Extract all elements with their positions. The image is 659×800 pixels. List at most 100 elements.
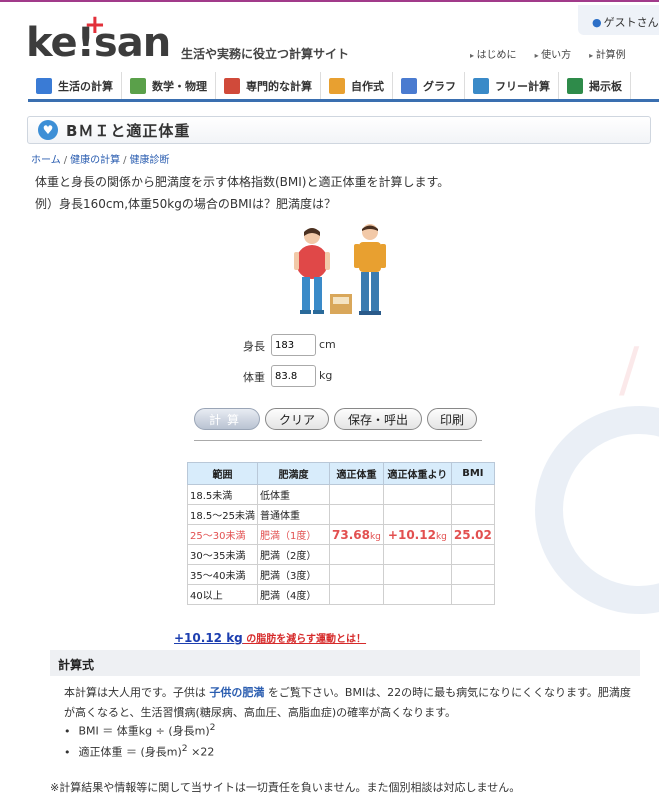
heart-pulse-icon: ♥ [38,120,58,140]
level-cell: 肥満（2度） [257,544,330,565]
bmi-formula-exponent: 2 [209,722,216,733]
example-text: 例）身長160cm,体重50kgの場合のBMIは？肥満度は？ [35,197,336,211]
guest-label: ゲストさん [603,16,659,29]
calculate-button[interactable]: 計算 [194,408,260,430]
nav-label: 専門的な計算 [246,79,312,93]
level-cell: 肥満（1度） [257,524,330,545]
print-button[interactable]: 印刷 [427,408,477,430]
link-howto[interactable]: 使い方 [535,46,571,61]
save-load-button[interactable]: 保存・呼出 [334,408,422,430]
range-cell: 30〜35未満 [187,544,258,565]
pencil-note-icon [473,77,489,94]
level-cell: 低体重 [257,484,330,505]
empty-cell [382,584,452,605]
empty-cell [450,584,495,605]
background-decoration: / [535,335,659,614]
ideal-weight-value: 73.68kg [329,524,384,545]
header-links: はじめに 使い方 計算例 [470,46,626,61]
formula-text-a: 本計算は大人用です。子供は [64,686,210,699]
bmi-formula-text: BMI ＝ 体重kg ÷ (身長m) [78,724,210,738]
link-intro[interactable]: はじめに [470,46,517,61]
breadcrumb-home[interactable]: ホーム [31,155,61,166]
divider [194,440,482,441]
nav-item-6[interactable]: 掲示板 [559,72,631,99]
table-row-highlighted: 25〜30未満 肥満（1度） 73.68kg +10.12kg 25.02 [187,524,495,545]
empty-cell [450,484,495,505]
empty-cell [329,564,384,585]
advice-text: の脂肪を減らす運動とは！ [242,634,367,645]
range-cell: 18.5未満 [187,484,258,505]
breadcrumb: ホーム / 健康の計算 / 健康診断 [31,155,170,166]
table-row: 30〜35未満 肥満（2度） [187,544,495,565]
col-bmi: BMI [450,462,495,485]
table-row: 18.5〜25未満 普通体重 [187,504,495,525]
empty-cell [329,584,384,605]
nav-label: 掲示板 [589,79,622,93]
range-cell: 25〜30未満 [187,524,258,545]
col-level: 肥満度 [257,462,330,485]
clear-button[interactable]: クリア [265,408,329,430]
table-row: 18.5未満 低体重 [187,484,495,505]
board-icon [567,77,583,94]
empty-cell [329,484,384,505]
col-ideal-weight: 適正体重 [329,462,384,485]
empty-cell [450,544,495,565]
range-cell: 35〜40未満 [187,564,258,585]
weight-label: 体重 [243,371,265,384]
bar-chart-icon [401,77,417,94]
logo-plus-icon: + [84,10,106,40]
bmi-formula: BMI ＝ 体重kg ÷ (身長m)2 [64,722,216,739]
formula-heading: 計算式 [50,650,640,676]
ideal-weight-formula: 適正体重 ＝ (身長m)2 ×22 [64,743,215,760]
svg-text:/: / [619,335,640,405]
nav-item-2[interactable]: 専門的な計算 [216,72,321,99]
empty-cell [329,544,384,565]
bmi-result-table: 範囲 肥満度 適正体重 適正体重より BMI 18.5未満 低体重 18.5〜2… [187,462,495,605]
formula-description: 本計算は大人用です。子供は 子供の肥満 をご覧下さい。BMIは、22の時に最も病… [64,683,640,723]
breadcrumb-checkup[interactable]: 健康診断 [129,155,169,166]
exercise-advice-link[interactable]: +10.12 kg の脂肪を減らす運動とは！ [174,630,366,645]
people-scale-illustration [294,224,386,315]
table-header-row: 範囲 肥満度 適正体重 適正体重より BMI [187,462,495,485]
link-examples[interactable]: 計算例 [589,46,626,61]
ideal-formula-tail: ×22 [187,745,215,759]
ideal-formula-text: 適正体重 ＝ (身長m) [78,745,182,759]
ideal-weight-number: 73.68 [332,527,370,542]
ideal-weight-unit: kg [369,531,381,542]
height-input[interactable] [271,334,316,356]
empty-cell [382,544,452,565]
height-label: 身長 [243,340,265,353]
nav-item-3[interactable]: 自作式 [321,72,393,99]
empty-cell [382,504,452,525]
nav-item-5[interactable]: フリー計算 [465,72,559,99]
nav-label: 自作式 [351,79,384,93]
weight-diff-unit: kg [435,531,447,542]
level-cell: 普通体重 [257,504,330,525]
people-icon [329,77,345,94]
nav-item-4[interactable]: グラフ [393,72,465,99]
table-row: 40以上 肥満（4度） [187,584,495,605]
nav-label: フリー計算 [495,79,550,93]
nav-label: グラフ [423,79,456,93]
breadcrumb-health[interactable]: 健康の計算 [70,155,120,166]
weight-diff-number: +10.12 [387,527,436,542]
col-range: 範囲 [187,462,258,485]
calculator-icon [36,77,52,94]
guest-menu[interactable]: ● ゲストさん [578,5,659,35]
empty-cell [382,564,452,585]
table-row: 35〜40未満 肥満（3度） [187,564,495,585]
level-cell: 肥満（3度） [257,564,330,585]
bmi-value: 25.02 [450,524,495,545]
triangle-ruler-icon [130,77,146,94]
empty-cell [329,504,384,525]
nav-item-1[interactable]: 数学・物理 [122,72,216,99]
weight-input[interactable] [271,365,316,387]
child-obesity-link[interactable]: 子供の肥満 [209,686,264,699]
book-icon [224,77,240,94]
nav-item-0[interactable]: 生活の計算 [28,72,122,99]
weight-unit: kg [319,369,333,382]
level-cell: 肥満（4度） [257,584,330,605]
description: 体重と身長の関係から肥満度を示す体格指数(BMI)と適正体重を計算します。 [35,175,450,189]
height-unit: cm [319,338,336,351]
empty-cell [450,504,495,525]
